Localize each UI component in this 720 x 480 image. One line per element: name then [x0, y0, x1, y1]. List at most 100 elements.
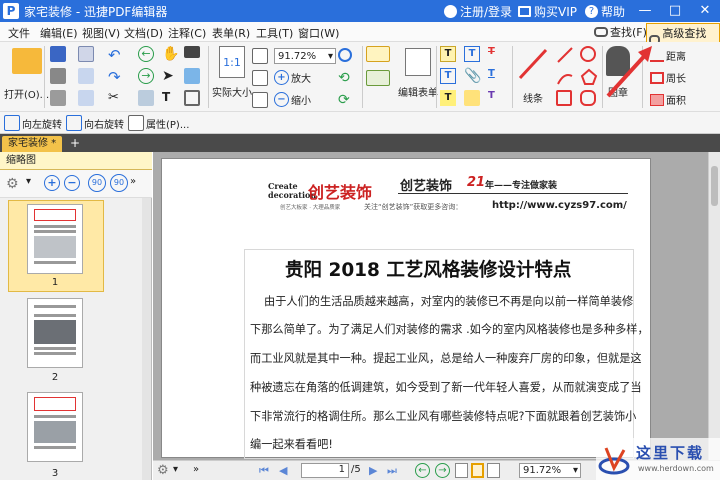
menu-file[interactable]: 文件 — [8, 25, 30, 41]
import-button[interactable] — [78, 90, 94, 106]
highlight-button[interactable]: T — [440, 90, 456, 106]
next-page-icon[interactable]: ▶ — [369, 464, 377, 477]
minimize-button[interactable]: — — [630, 0, 660, 22]
maximize-button[interactable]: □ — [660, 0, 690, 22]
print-button[interactable] — [50, 68, 66, 84]
fit-visible-button[interactable] — [252, 92, 268, 108]
chevron-down-icon[interactable]: » — [193, 464, 199, 475]
facing-page-icon[interactable] — [487, 463, 500, 478]
thumb-zoom-out-icon[interactable]: − — [64, 175, 80, 191]
save-button[interactable] — [50, 46, 66, 62]
hand-tool[interactable]: ✋ — [162, 46, 179, 62]
ellipse-tool[interactable] — [580, 46, 596, 62]
page-thumbnail[interactable] — [27, 204, 83, 274]
zoom-select[interactable]: 91.72% ▾ — [274, 48, 336, 64]
textbox-button[interactable]: T — [440, 68, 456, 84]
typewriter-button[interactable]: T — [440, 46, 456, 62]
copy-button[interactable] — [138, 90, 154, 106]
continuous-page-icon[interactable] — [471, 463, 484, 478]
sticky-note-button[interactable] — [464, 90, 480, 106]
form-field-button[interactable] — [366, 46, 390, 62]
callout-button[interactable]: T — [464, 46, 480, 62]
cloud-tool[interactable] — [580, 90, 596, 106]
prev-page-icon[interactable]: ◀ — [279, 464, 287, 477]
rotate-right-button[interactable]: 向右旋转 — [66, 115, 124, 131]
tab-document[interactable]: 家宅装修 * — [2, 136, 63, 152]
undo-button[interactable]: ↶ — [108, 46, 121, 64]
rotate-left-button[interactable]: 向左旋转 — [4, 115, 62, 131]
menu-form[interactable]: 表单(R) — [212, 25, 250, 41]
chevron-down-icon[interactable]: ▾ — [173, 464, 178, 475]
edit-form-button[interactable]: 编辑表单 — [398, 48, 438, 99]
line-tool-button[interactable]: 线条 — [516, 46, 550, 105]
pdf-page[interactable]: Create decoration 创艺装饰 创艺大板家 · 大理品质家 创艺装… — [161, 158, 651, 459]
help-button[interactable]: ? 帮助 — [585, 3, 625, 20]
chevron-down-icon[interactable]: ▾ — [26, 176, 31, 187]
attach-button[interactable]: 📎 — [464, 68, 481, 84]
page-total: /5 — [351, 464, 361, 475]
single-page-icon[interactable] — [455, 463, 468, 478]
zoom-options-button[interactable] — [338, 48, 352, 62]
thumb-zoom-in-icon[interactable]: + — [44, 175, 60, 191]
text-select-tool[interactable]: T — [162, 90, 170, 104]
image-button[interactable] — [184, 68, 200, 84]
redo-button[interactable]: ↷ — [108, 68, 121, 86]
pencil-tool[interactable] — [556, 68, 574, 86]
crop-button[interactable] — [184, 90, 200, 106]
scrollbar-thumb[interactable] — [711, 166, 718, 206]
thumb-rotate-right-icon[interactable]: 90 — [110, 174, 128, 192]
first-page-icon[interactable]: ⏮ — [259, 464, 269, 478]
login-button[interactable]: 注册/登录 — [444, 3, 512, 20]
close-button[interactable]: ✕ — [690, 0, 720, 22]
fit-width-button[interactable] — [252, 70, 268, 86]
arrow-tool[interactable] — [556, 46, 574, 64]
document-scrollbar[interactable] — [708, 152, 720, 460]
back-button[interactable]: ← — [138, 46, 154, 62]
thumb-rotate-left-icon[interactable]: 90 — [88, 174, 106, 192]
zoom-in-button[interactable]: + 放大 — [274, 70, 311, 85]
snapshot-button[interactable] — [184, 46, 200, 58]
squiggly-button[interactable]: T — [488, 90, 495, 101]
page-thumbnail[interactable] — [27, 392, 83, 462]
thumbnail-scrollbar[interactable] — [142, 198, 151, 480]
scan-button[interactable] — [50, 90, 66, 106]
export-button[interactable] — [78, 68, 94, 84]
new-tab-button[interactable]: + — [70, 136, 80, 150]
last-page-icon[interactable]: ⏭ — [387, 464, 397, 478]
forward-icon[interactable]: → — [435, 463, 450, 478]
page-thumbnail[interactable] — [27, 298, 83, 368]
actual-size-button[interactable]: 1:1 实际大小 — [212, 46, 252, 99]
menu-edit[interactable]: 编辑(E) — [40, 25, 78, 41]
rectangle-icon — [556, 90, 572, 106]
status-zoom-select[interactable]: 91.72% ▾ — [519, 463, 581, 478]
menu-tools[interactable]: 工具(T) — [256, 25, 293, 41]
rotate-view-button[interactable]: ⟲ — [338, 70, 350, 86]
refresh-button[interactable]: ⟳ — [338, 92, 350, 108]
zoom-out-button[interactable]: − 缩小 — [274, 92, 311, 107]
menu-document[interactable]: 文档(D) — [124, 25, 163, 41]
open-button[interactable]: 打开(O)... — [4, 48, 49, 101]
menu-comment[interactable]: 注释(C) — [168, 25, 206, 41]
forward-button[interactable]: → — [138, 68, 154, 84]
text-field-button[interactable] — [366, 70, 390, 86]
fit-page-button[interactable] — [252, 48, 268, 64]
properties-button[interactable]: 属性(P)... — [128, 115, 189, 131]
buy-vip-button[interactable]: 购买VIP — [518, 3, 577, 20]
cut-button[interactable]: ✂ — [108, 90, 119, 105]
search-button[interactable]: 查找(F) — [594, 24, 647, 40]
back-icon[interactable]: ← — [415, 463, 430, 478]
select-tool[interactable]: ➤ — [162, 68, 174, 84]
menu-view[interactable]: 视图(V) — [82, 25, 120, 41]
menu-window[interactable]: 窗口(W) — [298, 25, 339, 41]
page-number-input[interactable]: 1 — [301, 463, 349, 478]
site-watermark: 这里下载 www.herdown.com — [596, 438, 720, 480]
strikeout-button[interactable]: T — [488, 46, 495, 57]
gear-icon[interactable]: ⚙ — [157, 463, 169, 478]
gear-icon[interactable]: ⚙ — [6, 176, 19, 192]
underline-button[interactable]: T — [488, 68, 495, 79]
email-button[interactable] — [78, 46, 94, 62]
chevron-down-icon[interactable]: » — [130, 176, 136, 187]
rectangle-tool[interactable] — [556, 90, 572, 106]
polygon-tool[interactable] — [580, 68, 598, 86]
rotate-icon: ⟲ — [338, 70, 350, 86]
